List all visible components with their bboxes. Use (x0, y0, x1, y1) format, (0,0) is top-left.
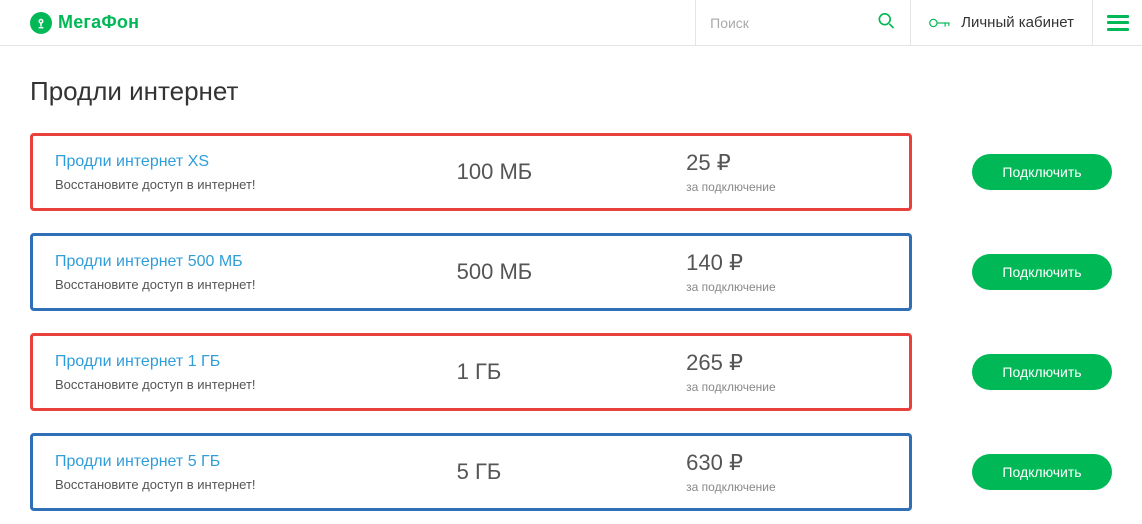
tariff-volume: 1 ГБ (457, 359, 687, 385)
personal-cabinet-link[interactable]: Личный кабинет (910, 0, 1092, 46)
tariff-price: 630 ₽ (686, 450, 887, 476)
connect-button[interactable]: Подключить (972, 454, 1112, 490)
tariff-name-link[interactable]: Продли интернет XS (55, 153, 457, 171)
connect-button[interactable]: Подключить (972, 254, 1112, 290)
tariff-subtitle: Восстановите доступ в интернет! (55, 477, 457, 492)
tariff-card: Продли интернет XS Восстановите доступ в… (30, 133, 912, 211)
tariff-card: Продли интернет 500 МБ Восстановите дост… (30, 233, 912, 311)
tariff-price: 25 ₽ (686, 150, 887, 176)
personal-cabinet-label: Личный кабинет (961, 14, 1074, 31)
tariff-volume: 100 МБ (457, 159, 687, 185)
tariff-price-sub: за подключение (686, 480, 887, 494)
search-icon[interactable] (876, 10, 896, 35)
brand-logo-icon (30, 12, 52, 34)
tariff-volume: 500 МБ (457, 259, 687, 285)
brand-logo[interactable]: МегаФон (30, 12, 139, 34)
hamburger-icon (1107, 15, 1129, 31)
page-title: Продли интернет (30, 76, 1112, 107)
header: МегаФон Личный кабинет (0, 0, 1142, 46)
connect-button[interactable]: Подключить (972, 354, 1112, 390)
tariff-price-sub: за подключение (686, 180, 887, 194)
tariff-card: Продли интернет 1 ГБ Восстановите доступ… (30, 333, 912, 411)
tariff-price: 140 ₽ (686, 250, 887, 276)
search-input[interactable] (710, 15, 896, 31)
tariff-price-sub: за подключение (686, 380, 887, 394)
tariff-volume: 5 ГБ (457, 459, 687, 485)
brand-name: МегаФон (58, 12, 139, 33)
tariff-row: Продли интернет 500 МБ Восстановите дост… (30, 233, 1112, 311)
connect-button[interactable]: Подключить (972, 154, 1112, 190)
tariff-row: Продли интернет 1 ГБ Восстановите доступ… (30, 333, 1112, 411)
tariff-row: Продли интернет XS Восстановите доступ в… (30, 133, 1112, 211)
content-area: Продли интернет Продли интернет XS Восст… (0, 46, 1142, 511)
tariff-row: Продли интернет 5 ГБ Восстановите доступ… (30, 433, 1112, 511)
tariff-price-sub: за подключение (686, 280, 887, 294)
tariff-name-link[interactable]: Продли интернет 5 ГБ (55, 453, 457, 471)
key-icon (929, 16, 951, 30)
tariff-card: Продли интернет 5 ГБ Восстановите доступ… (30, 433, 912, 511)
tariff-subtitle: Восстановите доступ в интернет! (55, 377, 457, 392)
tariff-price: 265 ₽ (686, 350, 887, 376)
menu-button[interactable] (1092, 0, 1142, 46)
tariff-name-link[interactable]: Продли интернет 1 ГБ (55, 353, 457, 371)
tariff-subtitle: Восстановите доступ в интернет! (55, 277, 457, 292)
tariff-name-link[interactable]: Продли интернет 500 МБ (55, 253, 457, 271)
tariff-subtitle: Восстановите доступ в интернет! (55, 177, 457, 192)
search-box[interactable] (695, 0, 910, 46)
